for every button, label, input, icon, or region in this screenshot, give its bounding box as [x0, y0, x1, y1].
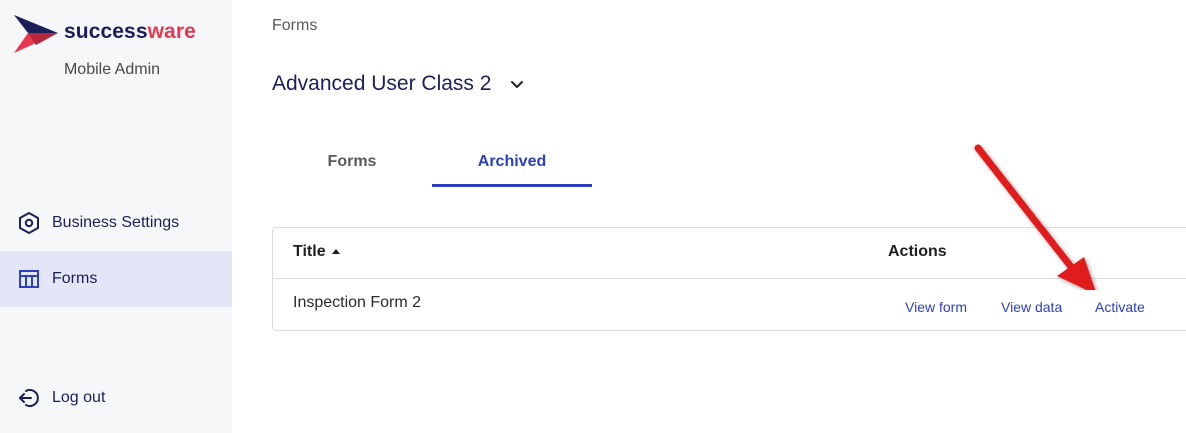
brand-name-part2: ware	[147, 20, 196, 43]
column-header-label: Title	[293, 243, 326, 260]
sidebar-item-label: Log out	[52, 389, 106, 406]
sort-ascending-icon	[331, 247, 341, 257]
view-form-link[interactable]: View form	[905, 299, 967, 315]
form-title-cell: Inspection Form 2	[293, 294, 422, 311]
page-title-dropdown[interactable]: Advanced User Class 2	[272, 72, 525, 96]
logout-icon	[16, 385, 42, 411]
hexagon-settings-icon	[16, 210, 42, 236]
view-data-link[interactable]: View data	[1001, 299, 1062, 315]
breadcrumb: Forms	[272, 17, 318, 34]
sidebar-item-label: Business Settings	[52, 214, 180, 231]
column-header-title[interactable]: Title	[293, 243, 341, 261]
tab-forms[interactable]: Forms	[272, 140, 432, 187]
sidebar-item-forms[interactable]: Forms	[0, 251, 232, 307]
successware-logo	[14, 14, 58, 54]
table-header: Title Actions	[273, 228, 1186, 279]
table-row: Inspection Form 2 View form View data Ac…	[273, 279, 1186, 331]
sidebar-item-business-settings[interactable]: Business Settings	[0, 195, 232, 251]
sidebar-item-label: Forms	[52, 270, 98, 287]
app-subtitle: Mobile Admin	[63, 61, 161, 78]
brand-name: successware	[64, 20, 196, 44]
sidebar-item-logout[interactable]: Log out	[0, 370, 232, 426]
tab-archived[interactable]: Archived	[432, 140, 592, 187]
column-header-actions: Actions	[888, 243, 947, 260]
page-title: Advanced User Class 2	[272, 72, 492, 95]
sidebar: successware Mobile Admin Business Settin…	[0, 0, 232, 433]
brand-name-part1: success	[64, 20, 148, 43]
chevron-down-icon	[509, 76, 525, 92]
forms-table: Title Actions Inspection Form 2 View for…	[272, 227, 1186, 331]
activate-link[interactable]: Activate	[1095, 299, 1145, 315]
table-icon	[16, 266, 42, 292]
